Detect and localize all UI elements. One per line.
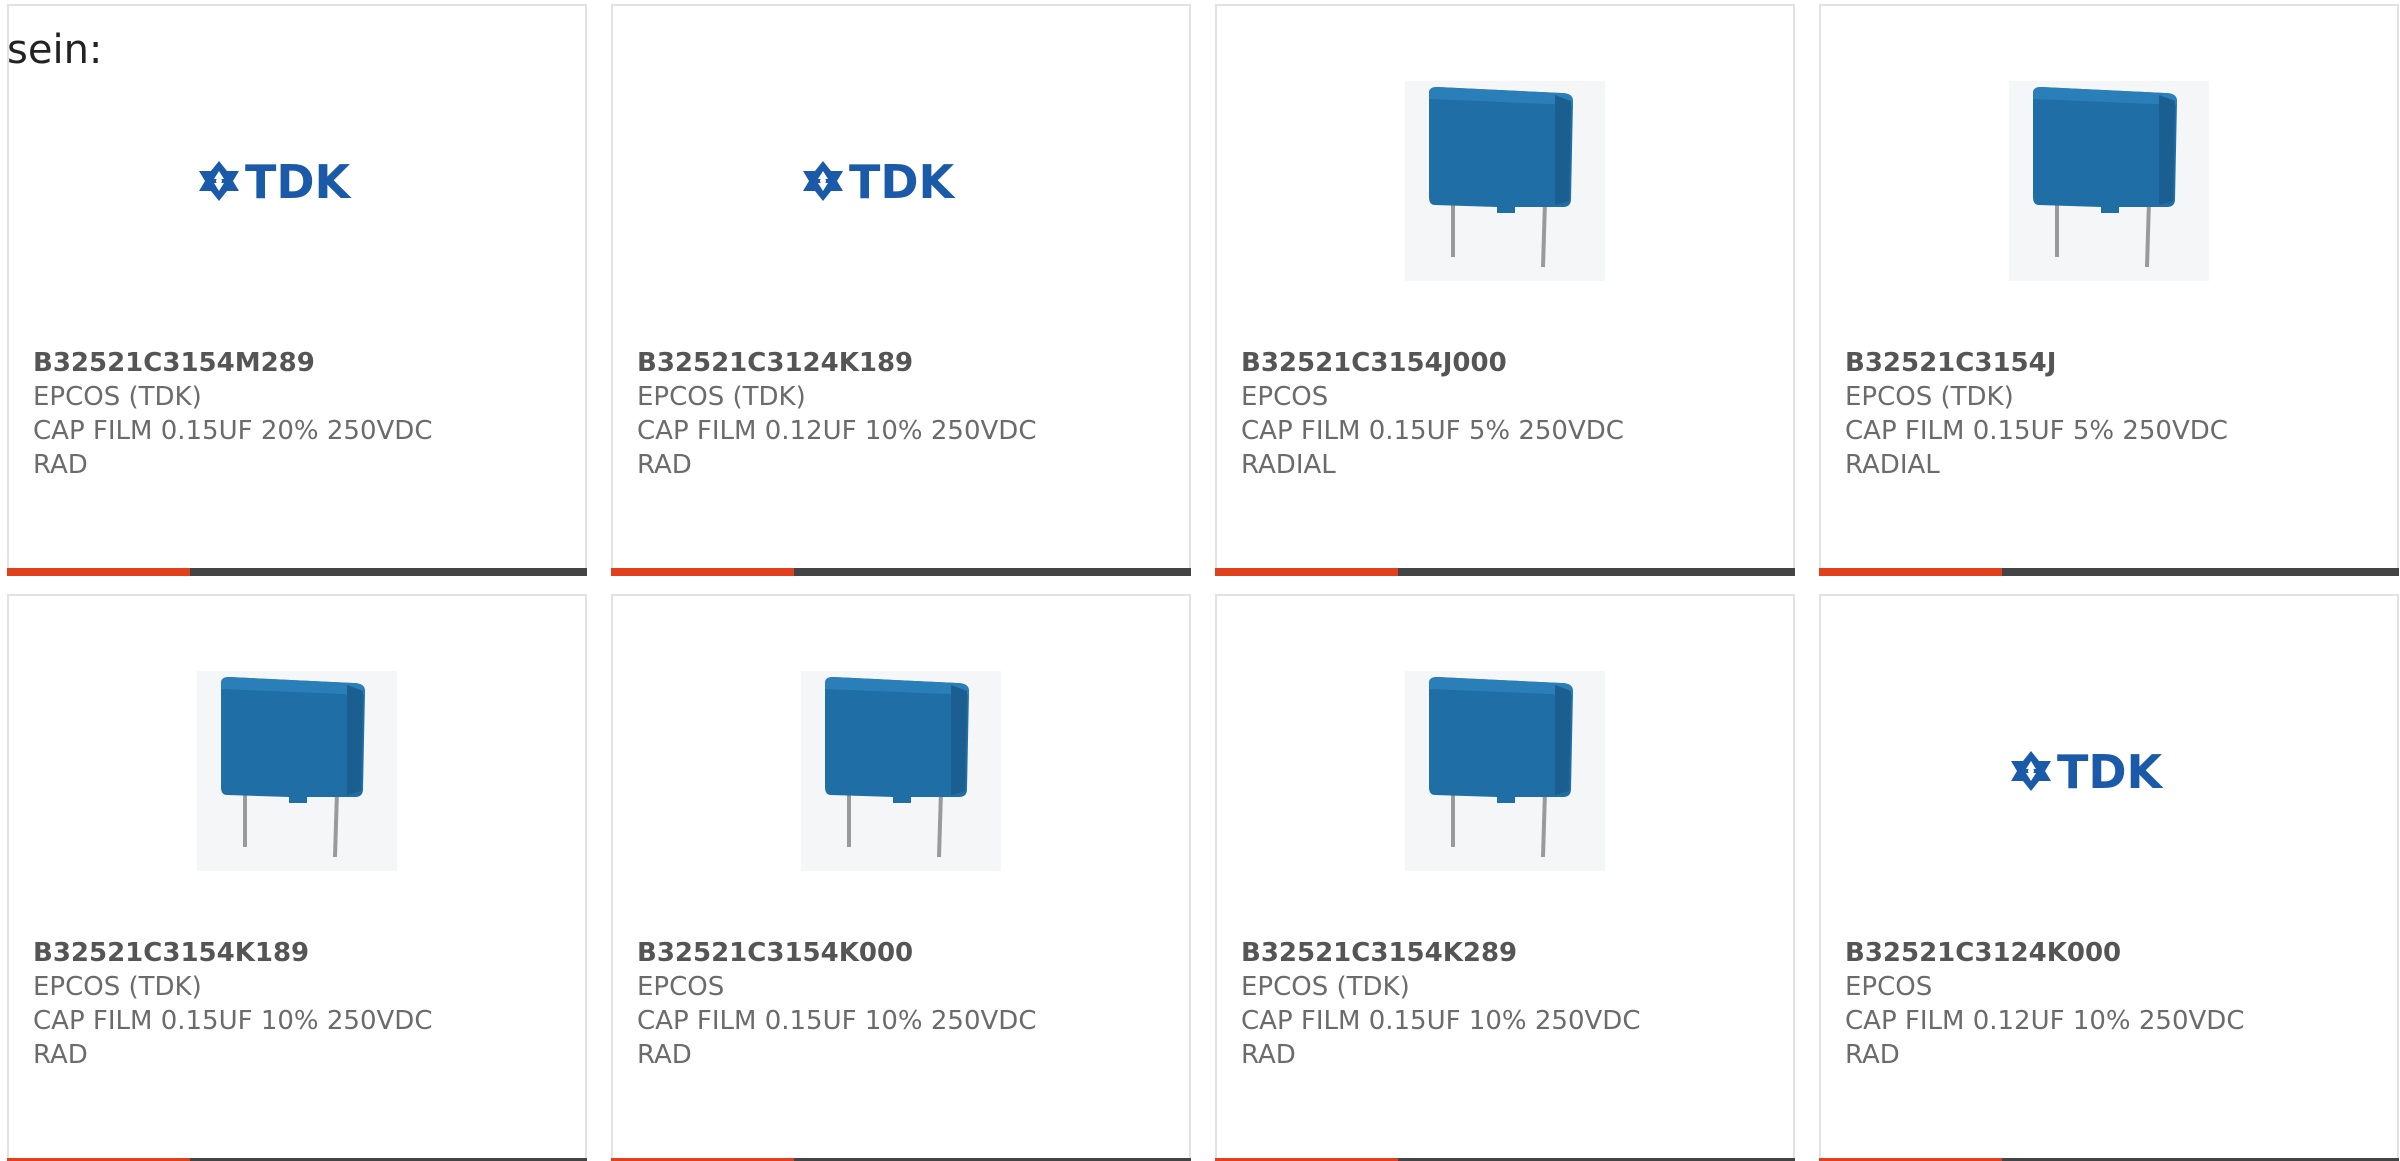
description-line-2: RAD [1241,1040,1296,1070]
product-card[interactable]: B32521C3154J EPCOS (TDK) CAP FILM 0.15UF… [1819,4,2399,576]
description-line-2: RAD [1845,1040,1900,1070]
svg-text:TDK: TDK [849,157,957,205]
product-image [9,636,585,906]
description-line-2: RAD [637,1040,692,1070]
description-line-2: RAD [33,1040,88,1070]
description-line-1: CAP FILM 0.15UF 5% 250VDC [1241,416,1624,446]
card-bottom-bar [1819,568,2399,576]
card-bottom-bar [611,568,1191,576]
manufacturer: EPCOS [637,972,725,1002]
product-image: TDK [1821,636,2397,906]
product-info: B32521C3154J EPCOS (TDK) CAP FILM 0.15UF… [1845,346,2377,482]
tdk-logo-icon: TDK [197,157,397,205]
part-number[interactable]: B32521C3154M289 [33,346,565,380]
part-number[interactable]: B32521C3154J [1845,346,2377,380]
manufacturer: EPCOS (TDK) [637,382,806,412]
card-accent-bar [1215,568,1398,576]
description-line-1: CAP FILM 0.12UF 10% 250VDC [1845,1006,2245,1036]
product-card[interactable]: TDK B32521C3124K189 EPCOS (TDK) CAP FILM… [611,4,1191,576]
description-line-1: CAP FILM 0.12UF 10% 250VDC [637,416,1037,446]
product-card[interactable]: B32521C3154K000 EPCOS CAP FILM 0.15UF 10… [611,594,1191,1161]
tdk-logo-icon: TDK [801,157,1001,205]
description-line-1: CAP FILM 0.15UF 10% 250VDC [33,1006,433,1036]
description-line-1: CAP FILM 0.15UF 10% 250VDC [637,1006,1037,1036]
description-line-2: RADIAL [1241,450,1336,480]
card-accent-bar [611,568,794,576]
description-line-1: CAP FILM 0.15UF 5% 250VDC [1845,416,2228,446]
manufacturer: EPCOS [1241,382,1329,412]
product-card[interactable]: B32521C3154K289 EPCOS (TDK) CAP FILM 0.1… [1215,594,1795,1161]
product-info: B32521C3154M289 EPCOS (TDK) CAP FILM 0.1… [33,346,565,482]
product-info: B32521C3154K000 EPCOS CAP FILM 0.15UF 10… [637,936,1169,1072]
product-image [613,636,1189,906]
product-image [1217,46,1793,316]
description-line-1: CAP FILM 0.15UF 10% 250VDC [1241,1006,1641,1036]
product-image: TDK [613,46,1189,316]
capacitor-photo [197,671,397,871]
manufacturer: EPCOS [1845,972,1933,1002]
capacitor-photo [1405,671,1605,871]
description-line-2: RAD [637,450,692,480]
product-image [1821,46,2397,316]
manufacturer: EPCOS (TDK) [1845,382,2014,412]
product-info: B32521C3124K189 EPCOS (TDK) CAP FILM 0.1… [637,346,1169,482]
product-card[interactable]: TDK B32521C3124K000 EPCOS CAP FILM 0.12U… [1819,594,2399,1161]
page: sein: TDK B32521C3154M289 EPCOS (TDK) CA… [0,0,2400,1161]
product-info: B32521C3154K189 EPCOS (TDK) CAP FILM 0.1… [33,936,565,1072]
part-number[interactable]: B32521C3154K000 [637,936,1169,970]
product-grid: TDK B32521C3154M289 EPCOS (TDK) CAP FILM… [7,4,2399,1161]
product-card[interactable]: B32521C3154K189 EPCOS (TDK) CAP FILM 0.1… [7,594,587,1161]
part-number[interactable]: B32521C3154K189 [33,936,565,970]
product-card[interactable]: TDK B32521C3154M289 EPCOS (TDK) CAP FILM… [7,4,587,576]
product-info: B32521C3154J000 EPCOS CAP FILM 0.15UF 5%… [1241,346,1773,482]
product-info: B32521C3124K000 EPCOS CAP FILM 0.12UF 10… [1845,936,2377,1072]
card-bottom-bar [7,568,587,576]
manufacturer: EPCOS (TDK) [33,972,202,1002]
card-bottom-bar [1215,568,1795,576]
svg-text:TDK: TDK [245,157,353,205]
part-number[interactable]: B32521C3124K189 [637,346,1169,380]
product-card[interactable]: B32521C3154J000 EPCOS CAP FILM 0.15UF 5%… [1215,4,1795,576]
capacitor-photo [2009,81,2209,281]
description-line-1: CAP FILM 0.15UF 20% 250VDC [33,416,433,446]
manufacturer: EPCOS (TDK) [33,382,202,412]
part-number[interactable]: B32521C3124K000 [1845,936,2377,970]
intro-text: sein: [7,27,103,73]
capacitor-photo [801,671,1001,871]
part-number[interactable]: B32521C3154K289 [1241,936,1773,970]
card-accent-bar [7,568,190,576]
description-line-2: RADIAL [1845,450,1940,480]
part-number[interactable]: B32521C3154J000 [1241,346,1773,380]
product-image [1217,636,1793,906]
svg-text:TDK: TDK [2057,747,2165,795]
manufacturer: EPCOS (TDK) [1241,972,1410,1002]
card-accent-bar [1819,568,2002,576]
product-image: TDK [9,46,585,316]
product-info: B32521C3154K289 EPCOS (TDK) CAP FILM 0.1… [1241,936,1773,1072]
description-line-2: RAD [33,450,88,480]
tdk-logo-icon: TDK [2009,747,2209,795]
capacitor-photo [1405,81,1605,281]
